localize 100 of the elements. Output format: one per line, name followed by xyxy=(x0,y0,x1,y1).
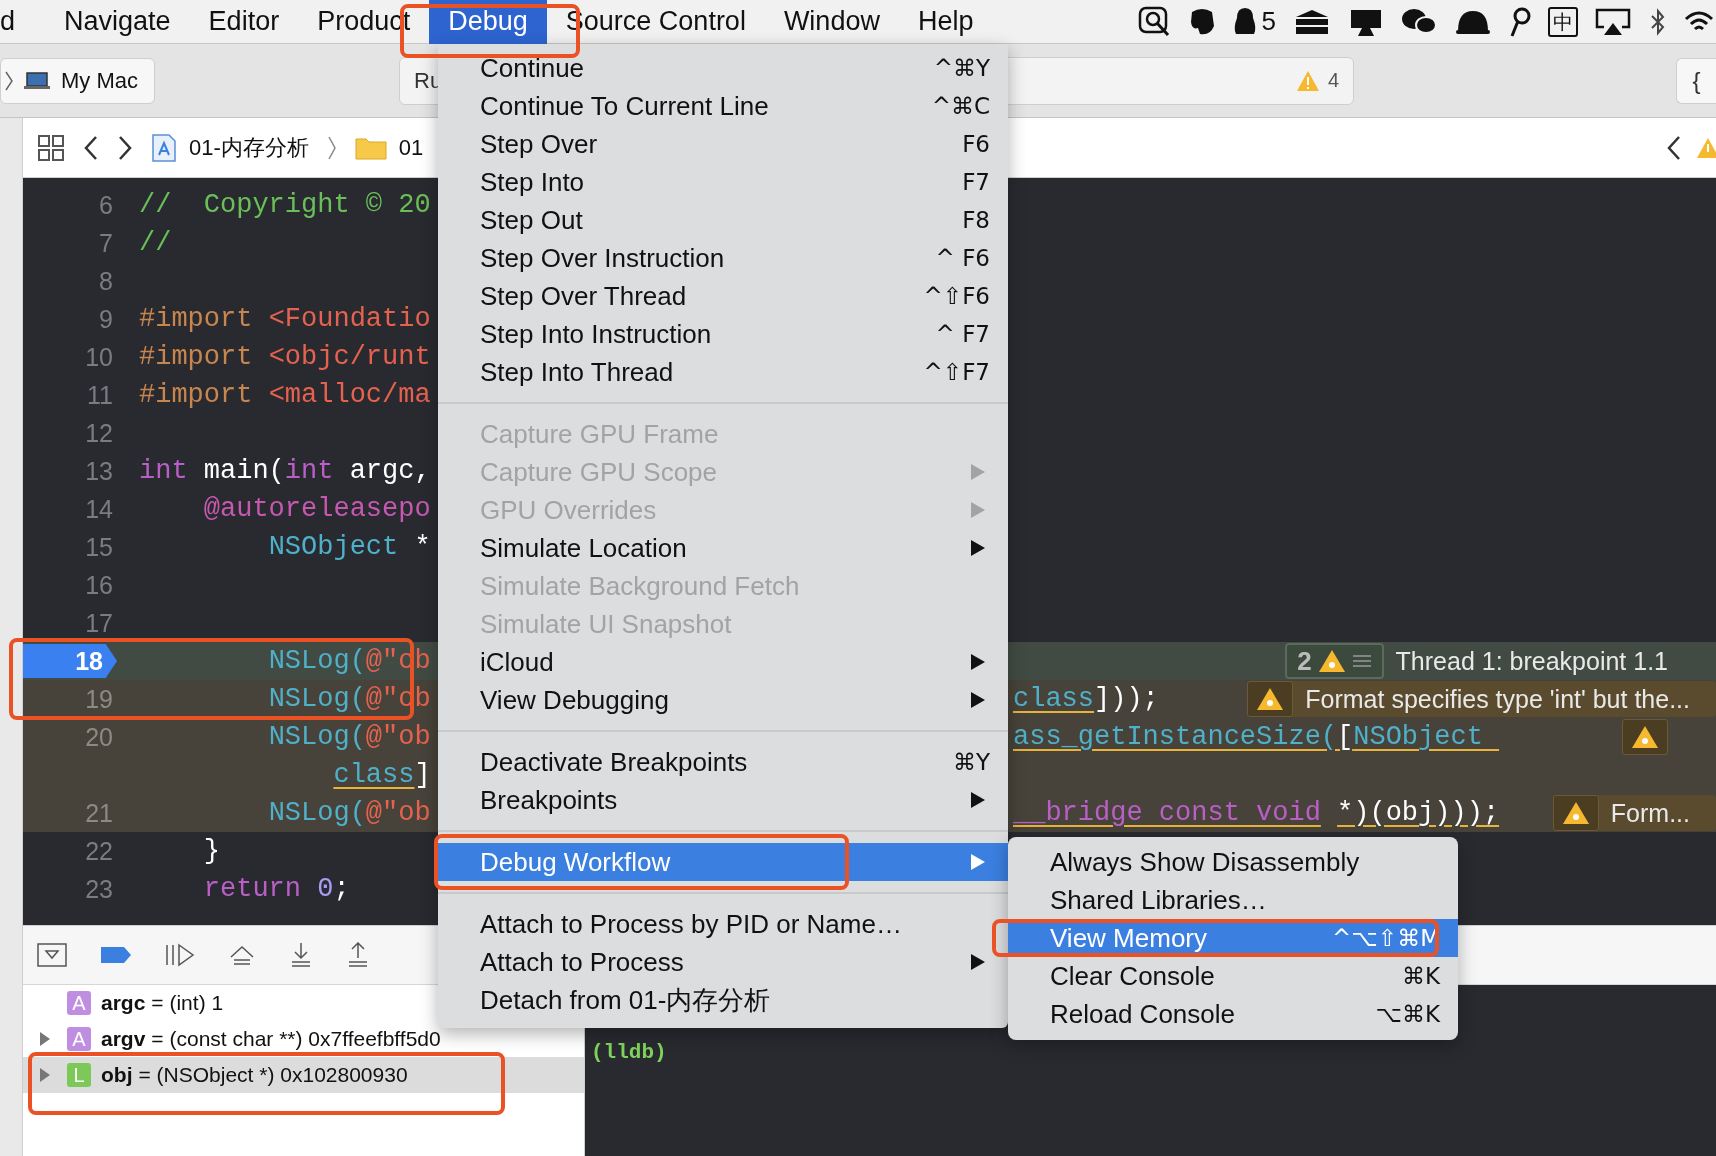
grid-icon[interactable] xyxy=(37,133,65,162)
menu-item[interactable]: Step Into Instruction ^ F7 xyxy=(438,315,1008,353)
line-number: 7 xyxy=(99,228,114,258)
menu-item[interactable]: Continue ^⌘Y xyxy=(438,49,1008,87)
chevron-icon xyxy=(326,134,337,161)
submenu-arrow-icon xyxy=(970,791,986,809)
submenu-arrow-icon xyxy=(970,853,986,871)
variable-name: argc xyxy=(101,991,146,1015)
menu-item[interactable]: Attach to Process by PID or Name… xyxy=(438,905,1008,943)
step-out-icon[interactable] xyxy=(346,942,370,968)
code-line: class])); xyxy=(1013,684,1159,714)
menu-item[interactable]: Reload Console ⌥⌘K xyxy=(1008,995,1458,1033)
line-number: 20 xyxy=(85,722,114,752)
warning-annotation[interactable] xyxy=(1622,719,1668,755)
code-line: #import <Foundatio xyxy=(139,304,431,334)
variable-row[interactable]: A argv = (const char **) 0x7ffeefbff5d0 xyxy=(23,1021,584,1057)
code-line: // Copyright © 20 xyxy=(139,190,431,220)
code-line: @autoreleasepo xyxy=(202,494,431,524)
menu-item[interactable]: Step Into F7 xyxy=(438,163,1008,201)
line-number: 16 xyxy=(85,570,114,600)
code-line: #import <objc/runt xyxy=(139,342,431,372)
menu-item[interactable]: Simulate Location xyxy=(438,529,1008,567)
menu-item[interactable]: Breakpoints xyxy=(438,781,1008,819)
annotation-text: Form... xyxy=(1610,798,1690,828)
disclosure-icon[interactable] xyxy=(39,1067,51,1083)
menu-bar-item[interactable]: Editor xyxy=(189,0,299,44)
line-number: 15 xyxy=(85,532,114,562)
back-icon[interactable] xyxy=(1666,134,1682,161)
project-icon xyxy=(151,132,177,163)
continue-icon[interactable] xyxy=(165,943,195,967)
menu-bar-item[interactable]: Help xyxy=(898,0,993,44)
line-number: 18 xyxy=(23,644,117,678)
forward-icon[interactable] xyxy=(117,134,133,161)
line-number: 13 xyxy=(85,456,114,486)
magnifier-icon[interactable] xyxy=(1137,5,1172,38)
menu-item[interactable]: iCloud xyxy=(438,643,1008,681)
console-prompt: (lldb) xyxy=(591,1041,667,1064)
line-number: 6 xyxy=(99,190,114,220)
menu-item[interactable]: View Debugging xyxy=(438,681,1008,719)
line-number: 12 xyxy=(85,418,114,448)
scheme-destination-button[interactable]: My Mac xyxy=(0,57,155,104)
warning-annotation[interactable]: Form... xyxy=(1552,795,1716,831)
variable-value: = (int) 1 xyxy=(151,991,224,1015)
line-number: 23 xyxy=(85,874,114,904)
library-button[interactable]: { xyxy=(1676,57,1716,104)
warning-icon xyxy=(1561,801,1590,825)
menu-item[interactable]: Always Show Disassembly xyxy=(1008,843,1458,881)
code-line: __bridge const void *)(obj))); xyxy=(1013,798,1500,828)
code-line: // xyxy=(139,228,172,258)
variable-name: obj xyxy=(101,1063,133,1087)
folder-icon xyxy=(354,135,387,160)
menu-item[interactable]: Step Over Thread ^⇧F6 xyxy=(438,277,1008,315)
menu-item[interactable]: Step Out F8 xyxy=(438,201,1008,239)
variable-name: argv xyxy=(101,1027,146,1051)
menu-item[interactable]: Clear Console ⌘K xyxy=(1008,957,1458,995)
submenu-arrow-icon xyxy=(970,953,986,971)
back-icon[interactable] xyxy=(83,134,99,161)
hide-panel-icon[interactable] xyxy=(37,943,67,967)
issue-count-badge[interactable]: 2 xyxy=(1285,643,1384,679)
disclosure-icon[interactable] xyxy=(39,1031,51,1047)
variable-row[interactable]: L obj = (NSObject *) 0x102800930 xyxy=(23,1057,584,1093)
submenu-arrow-icon xyxy=(970,539,986,557)
menu-item[interactable]: Continue To Current Line ^⌘C xyxy=(438,87,1008,125)
warning-count-badge[interactable]: 4 xyxy=(1295,69,1339,92)
code-line: } xyxy=(202,836,220,866)
submenu-arrow-icon xyxy=(970,463,986,481)
breakpoint-icon[interactable] xyxy=(100,946,132,964)
breadcrumb[interactable]: 01-内存分析 xyxy=(189,132,309,163)
scope-badge: A xyxy=(67,991,91,1015)
variable-value: = (const char **) 0x7ffeefbff5d0 xyxy=(151,1027,441,1051)
code-line: #import <malloc/ma xyxy=(139,380,431,410)
menu-bar-item[interactable]: Debug xyxy=(429,0,547,44)
submenu-arrow-icon xyxy=(970,501,986,519)
input-method-indicator[interactable]: 中 xyxy=(1548,6,1578,37)
warning-icon xyxy=(1295,69,1320,92)
chevron-icon xyxy=(5,69,13,92)
line-number: 14 xyxy=(85,494,114,524)
menu-bar-item[interactable]: Navigate xyxy=(45,0,190,44)
laptop-icon xyxy=(23,70,51,91)
line-number: 17 xyxy=(85,608,114,638)
code-line: NSLog(@"ob xyxy=(267,798,431,828)
airplay-icon[interactable] xyxy=(1594,6,1632,37)
menu-item[interactable]: Step Over Instruction ^ F6 xyxy=(438,239,1008,277)
menu-item[interactable]: Step Into Thread ^⇧F7 xyxy=(438,353,1008,391)
breadcrumb[interactable]: 01 xyxy=(398,134,424,161)
menu-item[interactable]: Deactivate Breakpoints ⌘Y xyxy=(438,743,1008,781)
menu-item[interactable]: Detach from 01-内存分析 xyxy=(438,981,1008,1019)
line-number: 11 xyxy=(87,380,114,410)
menu-bar-item[interactable]: d xyxy=(0,0,46,44)
scope-badge: A xyxy=(67,1027,91,1051)
warning-annotation[interactable]: Format specifies type 'int' but the... xyxy=(1247,681,1716,717)
menu-item[interactable]: Step Over F6 xyxy=(438,125,1008,163)
warning-icon xyxy=(1317,649,1346,673)
step-over-icon[interactable] xyxy=(228,943,256,967)
menu-item[interactable]: Attach to Process xyxy=(438,943,1008,981)
menu-item[interactable]: Shared Libraries… xyxy=(1008,881,1458,919)
menu-bar-item[interactable]: Window xyxy=(764,0,899,44)
step-into-icon[interactable] xyxy=(289,942,313,968)
menu-item[interactable]: Debug Workflow xyxy=(438,843,1008,881)
code-line: class] xyxy=(332,760,431,790)
